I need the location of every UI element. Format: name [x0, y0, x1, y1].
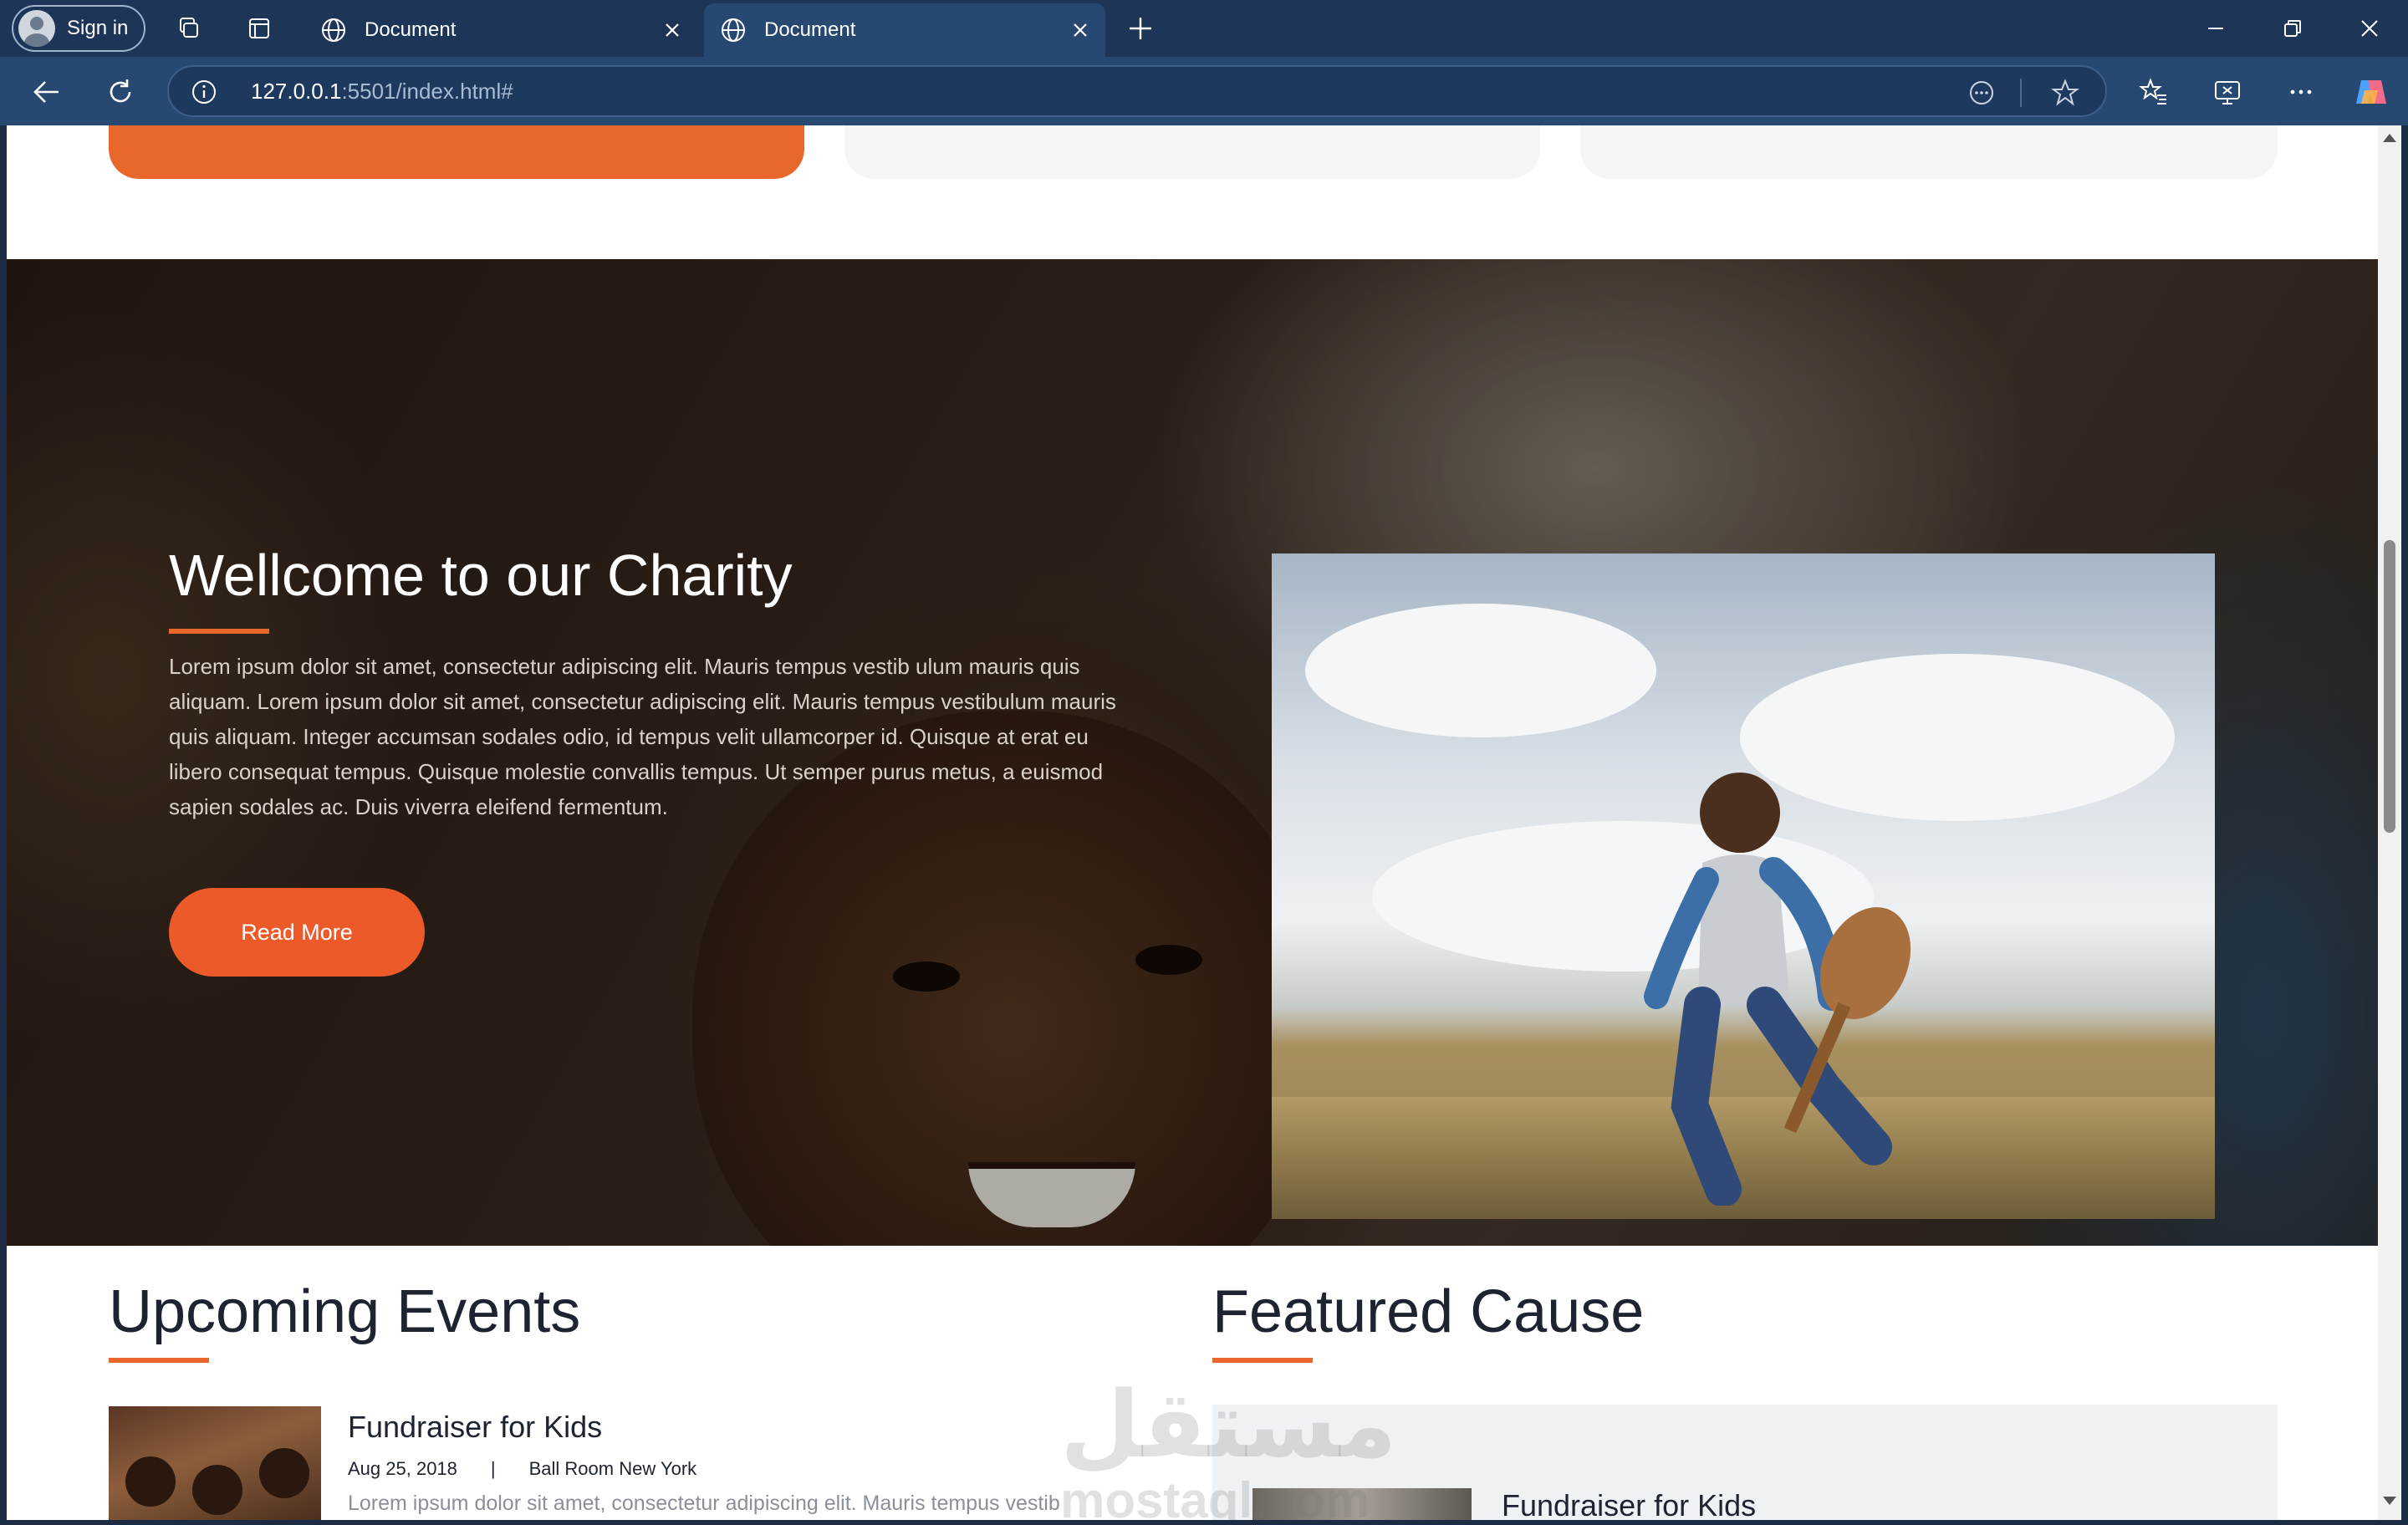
event-description: Lorem ipsum dolor sit amet, consectetur … — [348, 1492, 1060, 1515]
more-menu-icon[interactable] — [2281, 72, 2321, 112]
profile-signin-button[interactable]: Sign in — [12, 5, 145, 52]
watermark-logo: مستقل mostaql.com — [1060, 1374, 1397, 1521]
url-field[interactable]: 127.0.0.1:5501/index.html# — [167, 65, 2107, 117]
feature-card-orange — [109, 125, 804, 179]
tab-title: Document — [764, 18, 856, 41]
back-arrow-icon[interactable] — [28, 74, 65, 110]
feature-card — [844, 125, 1540, 179]
site-info-icon[interactable] — [191, 79, 217, 105]
divider — [2020, 79, 2022, 107]
event-title[interactable]: Fundraiser for Kids — [348, 1410, 602, 1445]
boy-figure — [1644, 773, 1911, 1206]
minimize-icon[interactable] — [2199, 12, 2232, 45]
hero-photo-boy-with-guitar — [1272, 553, 2215, 1219]
hero-text: Lorem ipsum dolor sit amet, consectetur … — [169, 654, 1116, 819]
favorite-star-icon[interactable] — [2050, 78, 2080, 108]
cause-title[interactable]: Fundraiser for Kids — [1502, 1488, 1756, 1520]
tab-document-1[interactable]: Document — [304, 3, 697, 57]
favorites-icon[interactable] — [2134, 72, 2174, 112]
address-bar: 127.0.0.1:5501/index.html# — [0, 57, 2408, 125]
avatar-icon — [18, 10, 55, 47]
tab-actions-icon[interactable] — [242, 12, 276, 45]
event-thumbnail[interactable] — [109, 1406, 321, 1520]
scroll-up-arrow-icon[interactable] — [2383, 134, 2396, 142]
upcoming-events-heading: Upcoming Events — [109, 1278, 581, 1345]
copilot-icon[interactable] — [2351, 72, 2391, 112]
tab-title: Document — [365, 18, 457, 41]
welcome-hero: Wellcome to our Charity Lorem ipsum dolo… — [7, 259, 2378, 1246]
cloud-shape — [1305, 604, 1656, 737]
close-window-icon[interactable] — [2353, 12, 2386, 45]
globe-icon — [319, 16, 348, 44]
close-tab-icon[interactable] — [1069, 18, 1092, 42]
screenshot-icon[interactable] — [2207, 72, 2247, 112]
scrollbar-thumb[interactable] — [2384, 540, 2395, 833]
refresh-icon[interactable] — [102, 74, 139, 110]
workspaces-icon[interactable] — [172, 12, 206, 45]
url-host: 127.0.0.1 — [251, 79, 342, 104]
hero-title: Wellcome to our Charity — [169, 543, 793, 608]
restore-icon[interactable] — [2276, 12, 2309, 45]
page-viewport: Wellcome to our Charity Lorem ipsum dolo… — [7, 125, 2378, 1520]
title-underline — [169, 629, 269, 634]
tab-document-2[interactable]: Document — [704, 3, 1105, 57]
meta-separator: | — [490, 1458, 496, 1479]
heading-underline — [1212, 1358, 1313, 1363]
tab-bar: Sign in Document Document — [0, 0, 2408, 57]
read-more-button[interactable]: Read More — [169, 888, 425, 977]
read-aloud-icon[interactable] — [1967, 78, 1997, 108]
globe-icon — [719, 16, 747, 44]
close-tab-icon[interactable] — [661, 18, 684, 42]
signin-label: Sign in — [67, 17, 129, 39]
new-tab-icon[interactable] — [1124, 12, 1157, 45]
featured-cause-heading: Featured Cause — [1212, 1278, 1645, 1345]
heading-underline — [109, 1358, 209, 1363]
url-text: 127.0.0.1:5501/index.html# — [251, 79, 513, 105]
scroll-down-arrow-icon[interactable] — [2383, 1497, 2396, 1505]
watermark-arabic: مستقل — [1060, 1374, 1397, 1477]
event-meta: Aug 25, 2018 | Ball Room New York — [348, 1458, 696, 1480]
feature-card — [1580, 125, 2278, 179]
event-location: Ball Room New York — [528, 1458, 697, 1479]
url-path: :5501/index.html# — [341, 79, 513, 104]
event-date: Aug 25, 2018 — [348, 1458, 457, 1479]
watermark-latin: mostaql.com — [1060, 1472, 1370, 1520]
vertical-scrollbar[interactable] — [2378, 125, 2401, 1520]
